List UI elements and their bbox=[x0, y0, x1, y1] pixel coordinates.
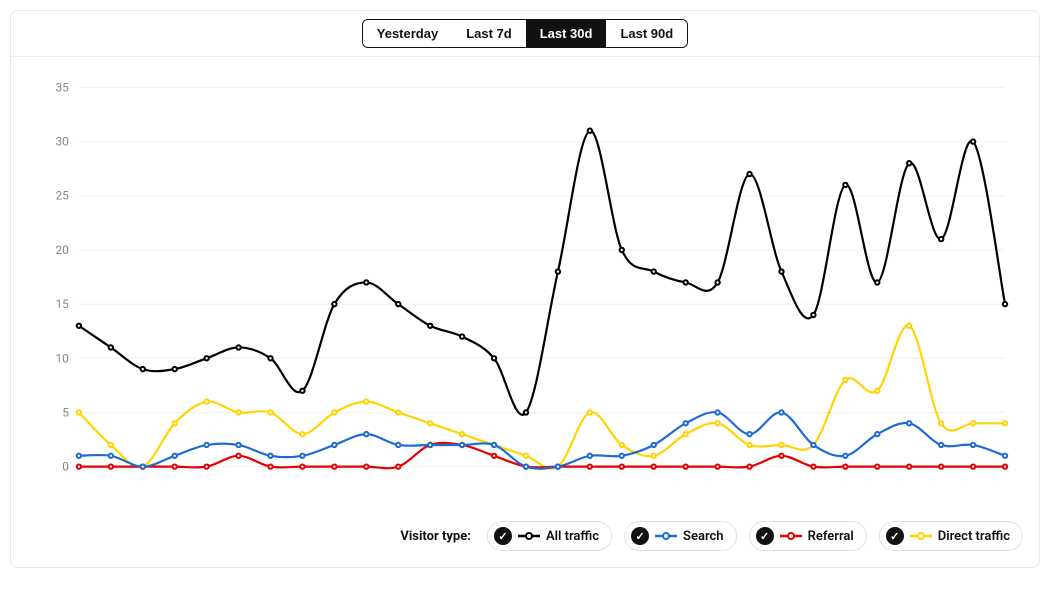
traffic-line-chart: 0 5 10 15 20 25 30 35 bbox=[31, 77, 1019, 497]
chart-area: 0 5 10 15 20 25 30 35 bbox=[11, 57, 1039, 509]
y-tick-label: 0 bbox=[62, 460, 69, 474]
legend-label: Search bbox=[683, 529, 724, 544]
check-icon: ✓ bbox=[886, 527, 904, 545]
y-tick-label: 5 bbox=[62, 405, 69, 419]
series-swatch-direct bbox=[910, 531, 932, 541]
legend-label: Referral bbox=[808, 529, 854, 544]
check-icon: ✓ bbox=[631, 527, 649, 545]
traffic-card: YesterdayLast 7dLast 30dLast 90d 0 5 10 15 2… bbox=[10, 10, 1040, 568]
y-tick-label: 30 bbox=[55, 135, 69, 149]
legend-title: Visitor type: bbox=[400, 529, 471, 544]
grid: 0 5 10 15 20 25 30 35 bbox=[55, 80, 1005, 473]
period-selector: YesterdayLast 7dLast 30dLast 90d bbox=[362, 19, 688, 48]
check-icon: ✓ bbox=[494, 527, 512, 545]
legend-bar: Visitor type: ✓ All traffic ✓ Search ✓ Referr… bbox=[11, 509, 1039, 567]
legend-label: Direct traffic bbox=[938, 529, 1010, 544]
check-icon: ✓ bbox=[756, 527, 774, 545]
series-swatch-all bbox=[518, 531, 540, 541]
y-tick-label: 35 bbox=[55, 80, 69, 94]
series-search bbox=[77, 410, 1008, 469]
y-tick-label: 20 bbox=[55, 243, 69, 257]
series-all-traffic bbox=[77, 129, 1008, 415]
period-option-last-7d[interactable]: Last 7d bbox=[452, 20, 526, 47]
period-option-yesterday[interactable]: Yesterday bbox=[363, 20, 452, 47]
period-option-last-90d[interactable]: Last 90d bbox=[606, 20, 687, 47]
period-option-last-30d[interactable]: Last 30d bbox=[526, 20, 607, 47]
legend-item-search[interactable]: ✓ Search bbox=[624, 521, 737, 551]
y-tick-label: 15 bbox=[55, 297, 69, 311]
series-swatch-referral bbox=[780, 531, 802, 541]
y-tick-label: 10 bbox=[55, 351, 69, 365]
legend-label: All traffic bbox=[546, 529, 599, 544]
series-swatch-search bbox=[655, 531, 677, 541]
period-toolbar: YesterdayLast 7dLast 30dLast 90d bbox=[11, 11, 1039, 57]
legend-item-direct[interactable]: ✓ Direct traffic bbox=[879, 521, 1023, 551]
y-tick-label: 25 bbox=[55, 189, 69, 203]
legend-item-referral[interactable]: ✓ Referral bbox=[749, 521, 867, 551]
series-direct-traffic bbox=[77, 324, 1008, 469]
legend-item-all[interactable]: ✓ All traffic bbox=[487, 521, 612, 551]
